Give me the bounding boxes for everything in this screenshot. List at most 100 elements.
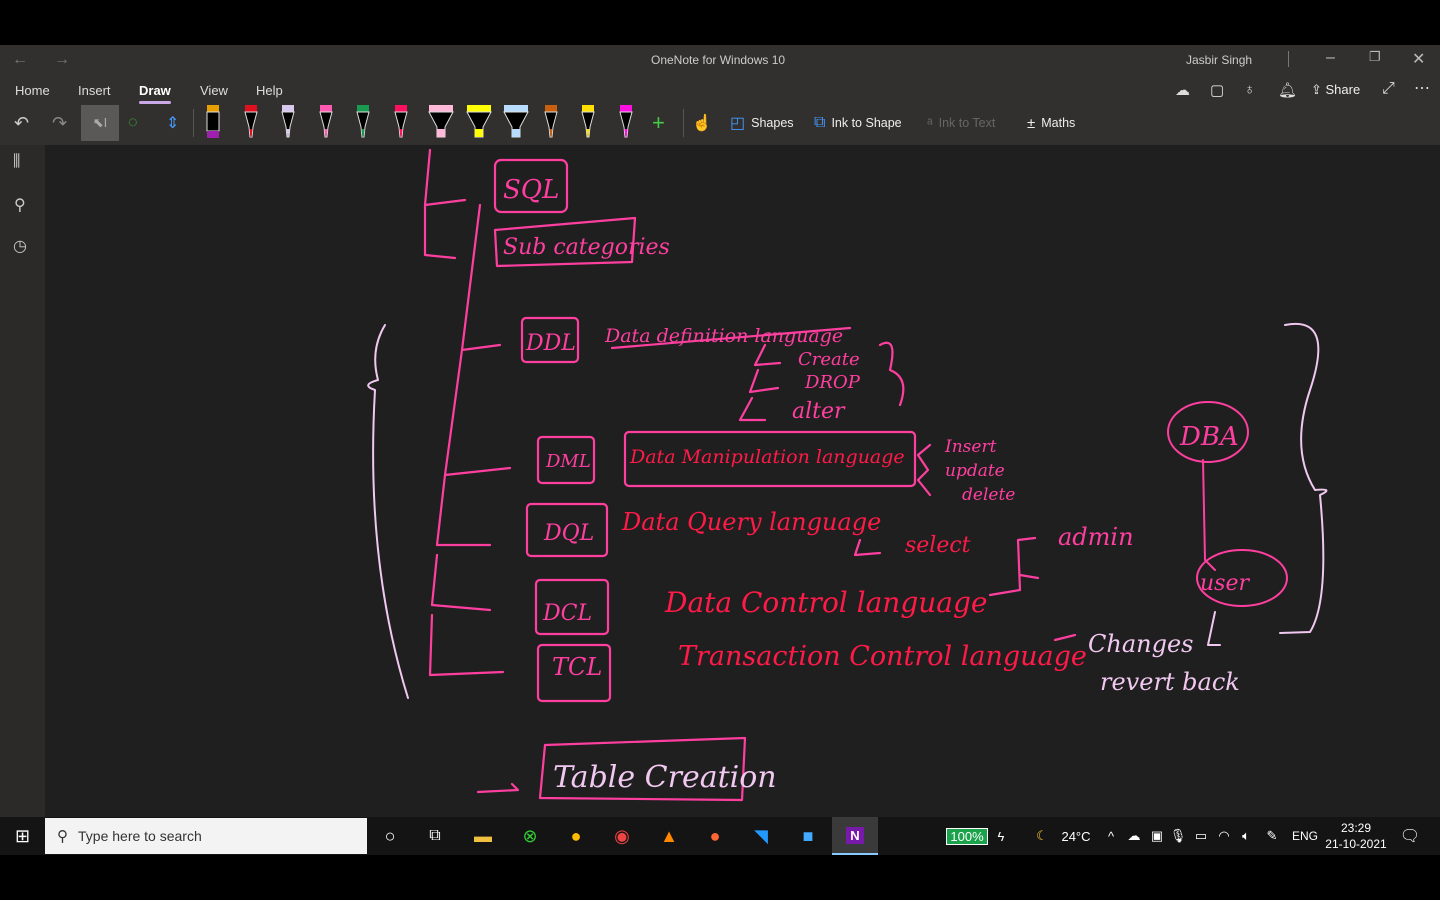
pen-8[interactable]: [465, 105, 492, 139]
microphone-icon[interactable]: 🎙︎: [1170, 817, 1187, 855]
ink-ddl: DDL: [525, 331, 576, 356]
ink-to-text-button[interactable]: ᵃ Ink to Text: [927, 105, 995, 141]
ink-dba: DBA: [1179, 422, 1239, 452]
shapes-button[interactable]: ◰ Shapes: [730, 105, 794, 141]
tab-draw[interactable]: Draw: [139, 83, 171, 104]
redo-button[interactable]: ↷: [52, 105, 67, 141]
insert-space-button[interactable]: ⇕: [166, 105, 179, 141]
touch-draw-button[interactable]: ☝: [692, 105, 712, 141]
file-explorer-icon[interactable]: ▬: [468, 817, 498, 855]
vlc-icon[interactable]: ▲: [654, 817, 684, 855]
sync-icon[interactable]: ☁: [1175, 81, 1190, 99]
notebook-icon[interactable]: ▢: [1210, 81, 1224, 99]
ink-dql: DQL: [543, 521, 594, 546]
ink-create: Create: [798, 349, 860, 370]
close-button[interactable]: ✕: [1412, 49, 1425, 69]
more-icon[interactable]: ⋯: [1414, 78, 1430, 98]
start-button[interactable]: ⊞: [0, 817, 45, 855]
zoom-icon[interactable]: ■: [793, 817, 823, 855]
wifi-icon[interactable]: ◠: [1215, 817, 1233, 855]
back-button[interactable]: ←: [12, 51, 28, 69]
pen-11[interactable]: [577, 105, 599, 139]
ink-dcl-desc: Data Control language: [664, 586, 987, 619]
pen-6[interactable]: [390, 105, 412, 139]
charging-icon: ϟ: [997, 828, 1005, 844]
lightbulb-icon[interactable]: ♁: [1244, 81, 1255, 98]
clock[interactable]: 23:29 21-10-2021: [1325, 817, 1387, 855]
maths-button[interactable]: ± Maths: [1027, 105, 1075, 141]
user-name[interactable]: Jasbir Singh: [1186, 53, 1252, 67]
search-input[interactable]: ⚲ Type here to search: [45, 818, 367, 854]
ink-to-shape-button[interactable]: ⧉ Ink to Shape: [814, 105, 902, 141]
undo-button[interactable]: ↶: [14, 105, 29, 141]
vscode-icon[interactable]: ◥: [746, 817, 776, 855]
fullscreen-icon[interactable]: ⤢: [1382, 80, 1395, 98]
battery-icon[interactable]: ▭: [1192, 817, 1210, 855]
pen-icon: [356, 105, 370, 138]
type-select-button[interactable]: ⬉I: [81, 105, 119, 141]
pen-icon: [503, 105, 529, 138]
camera-icon[interactable]: ▣: [1148, 817, 1166, 855]
pen-12[interactable]: [615, 105, 637, 139]
chrome-icon[interactable]: ◉: [607, 817, 637, 855]
tab-view[interactable]: View: [200, 83, 228, 98]
show-hidden-icons[interactable]: ^: [1103, 817, 1119, 855]
recent-icon[interactable]: ◷: [13, 236, 27, 256]
ink-dcl: DCL: [542, 601, 592, 626]
search-icon[interactable]: ⚲: [14, 195, 26, 215]
ink-dml: DML: [545, 451, 591, 472]
ink-ddl-desc: Data definition language: [604, 325, 843, 347]
notifications-icon[interactable]: 🗨︎: [1398, 817, 1422, 855]
add-pen-button[interactable]: +: [652, 105, 665, 141]
pen-2[interactable]: [240, 105, 262, 139]
title-bar: ← → OneNote for Windows 10 Jasbir Singh …: [0, 45, 1440, 75]
tab-home[interactable]: Home: [15, 83, 50, 98]
pen-4[interactable]: [315, 105, 337, 139]
bell-icon[interactable]: 🔔︎: [1278, 81, 1297, 99]
onedrive-icon[interactable]: ☁: [1125, 817, 1143, 855]
app-icon-orange[interactable]: ●: [700, 817, 730, 855]
battery-indicator[interactable]: 100%: [943, 817, 991, 855]
ink-subcategories: Sub categories: [503, 235, 670, 260]
xbox-icon[interactable]: ⊗: [515, 817, 545, 855]
window-title: OneNote for Windows 10: [651, 53, 786, 67]
pen-5[interactable]: [352, 105, 374, 139]
share-button[interactable]: ⇪ Share: [1311, 82, 1360, 98]
pen-9[interactable]: [502, 105, 529, 139]
tab-help[interactable]: Help: [256, 83, 283, 98]
ink-alter: alter: [792, 399, 846, 424]
onenote-taskbar-button[interactable]: N: [832, 817, 878, 855]
ink-dml-desc: Data Manipulation language: [629, 446, 905, 468]
pen-7[interactable]: [427, 105, 454, 139]
pen-10[interactable]: [540, 105, 562, 139]
forward-button[interactable]: →: [54, 51, 70, 69]
volume-icon[interactable]: 🔈︎: [1237, 817, 1255, 855]
ink-delete: delete: [962, 485, 1015, 505]
language-indicator[interactable]: ENG: [1290, 817, 1320, 855]
search-icon: ⚲: [57, 828, 68, 845]
pen-icon: [243, 105, 258, 138]
ink-table-creation: Table Creation: [553, 760, 777, 795]
pen-icon: [281, 105, 295, 138]
ink-dql-desc: Data Query language: [621, 508, 881, 536]
ink-changes: Changes: [1088, 630, 1193, 658]
temperature[interactable]: 24°C: [1060, 817, 1092, 855]
tab-insert[interactable]: Insert: [78, 83, 111, 98]
ink-select: select: [905, 533, 971, 558]
pen-icon[interactable]: ✎: [1263, 817, 1281, 855]
notebooks-icon[interactable]: ⫼: [13, 153, 20, 171]
cortana-icon[interactable]: ○: [375, 817, 405, 855]
ink-to-shape-icon: ⧉: [814, 114, 826, 131]
pen-icon: [428, 105, 454, 138]
ink-to-text-icon: ᵃ: [927, 114, 933, 132]
task-view-icon[interactable]: ⧉: [420, 817, 450, 855]
minimize-button[interactable]: –: [1326, 49, 1335, 67]
lasso-select-button[interactable]: ◌: [128, 105, 138, 141]
pen-3[interactable]: [277, 105, 299, 139]
pen-1[interactable]: [202, 105, 224, 139]
share-icon: ⇪: [1311, 82, 1326, 97]
restore-button[interactable]: ❐: [1369, 49, 1381, 65]
note-canvas[interactable]: SQL Sub categories DDL Data definition l…: [45, 145, 1440, 817]
weather-icon[interactable]: ☾: [1030, 817, 1054, 855]
app-icon-yellow[interactable]: ●: [561, 817, 591, 855]
